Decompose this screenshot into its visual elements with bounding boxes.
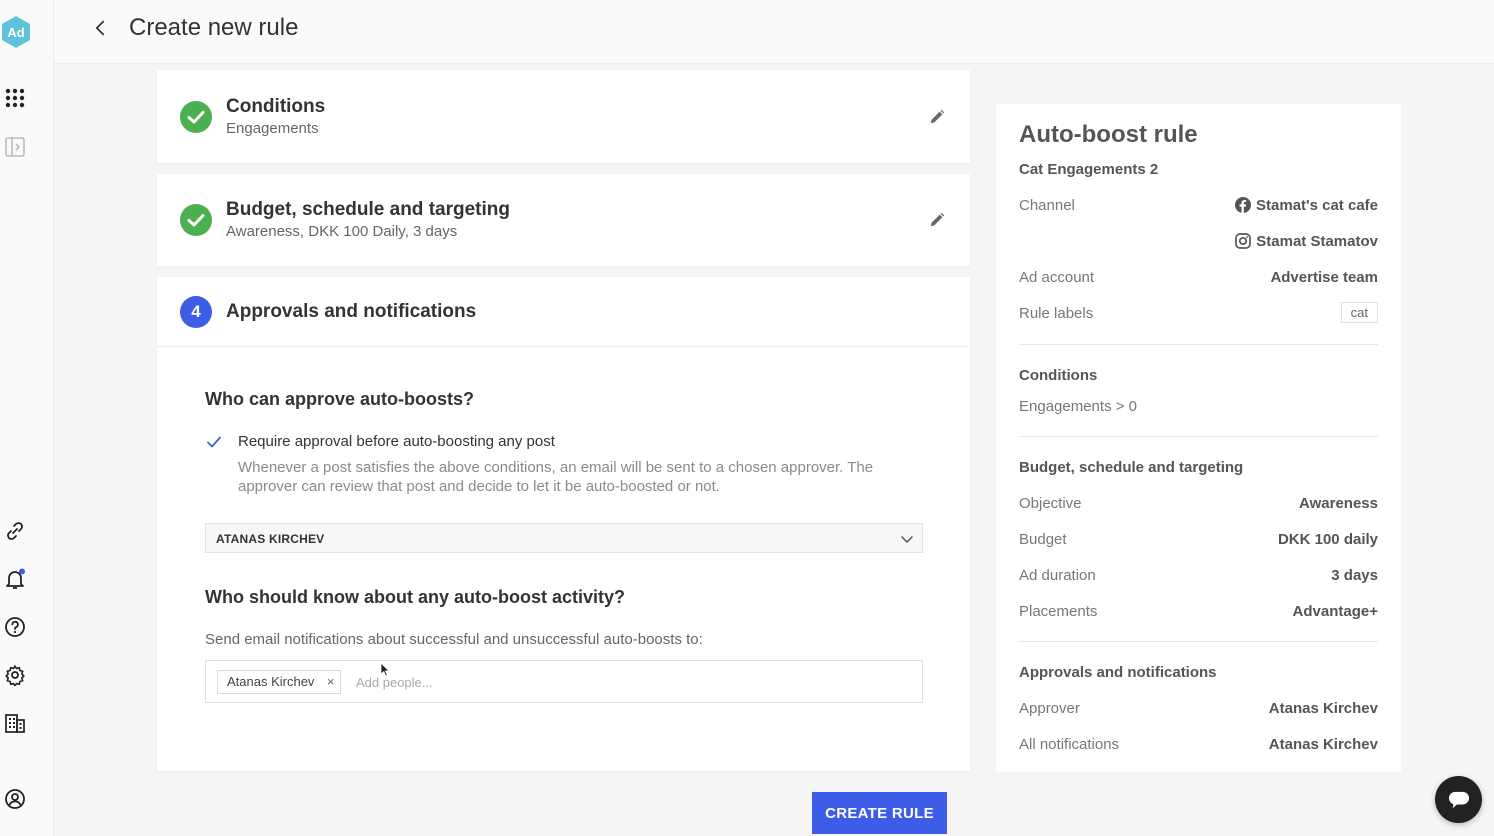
summary-divider bbox=[1019, 344, 1378, 345]
objective-label: Objective bbox=[1019, 495, 1082, 512]
step-budget: Budget, schedule and targeting Awareness… bbox=[157, 174, 970, 266]
summary-conditions-value: Engagements > 0 bbox=[1019, 398, 1138, 415]
building-icon[interactable] bbox=[3, 711, 27, 735]
duration-label: Ad duration bbox=[1019, 567, 1096, 584]
summary-title: Auto-boost rule bbox=[1019, 121, 1198, 148]
remove-person-button[interactable]: × bbox=[327, 671, 335, 693]
channel-value-facebook: Stamat's cat cafe bbox=[1235, 197, 1378, 214]
step-subtitle: Awareness, DKK 100 Daily, 3 days bbox=[226, 223, 458, 240]
objective-value: Awareness bbox=[1299, 495, 1378, 512]
rule-labels-label: Rule labels bbox=[1019, 305, 1094, 322]
channel-name: Stamat's cat cafe bbox=[1256, 197, 1378, 214]
notifications-label: All notifications bbox=[1019, 736, 1120, 753]
person-chip-label: Atanas Kirchev bbox=[227, 674, 315, 689]
channel-value-instagram: Stamat Stamatov bbox=[1235, 233, 1378, 250]
step-conditions: Conditions Engagements bbox=[157, 70, 970, 163]
approve-heading: Who can approve auto-boosts? bbox=[205, 389, 475, 409]
approver-select-value: ATANAS KIRCHEV bbox=[216, 532, 325, 546]
create-rule-button[interactable]: CREATE RULE bbox=[812, 792, 947, 834]
check-circle-icon bbox=[180, 101, 212, 133]
instagram-icon bbox=[1235, 233, 1252, 249]
step-approvals-body: Who can approve auto-boosts? Require app… bbox=[157, 347, 970, 771]
summary-divider bbox=[1019, 641, 1378, 642]
channel-label: Channel bbox=[1019, 197, 1075, 214]
mouse-cursor-icon bbox=[380, 662, 390, 677]
summary-budget-heading: Budget, schedule and targeting bbox=[1019, 459, 1244, 476]
step-subtitle: Engagements bbox=[226, 120, 319, 137]
edit-conditions-button[interactable] bbox=[928, 108, 948, 128]
notify-help: Send email notifications about successfu… bbox=[205, 631, 703, 648]
channel-name: Stamat Stamatov bbox=[1256, 233, 1378, 250]
budget-label: Budget bbox=[1019, 531, 1067, 548]
step-title: Approvals and notifications bbox=[226, 301, 477, 322]
chevron-left-icon bbox=[95, 20, 105, 36]
step-approvals-header: 4 Approvals and notifications bbox=[157, 277, 970, 347]
facebook-icon bbox=[1235, 197, 1252, 213]
approver-value: Atanas Kirchev bbox=[1268, 700, 1378, 717]
budget-value: DKK 100 daily bbox=[1277, 531, 1378, 548]
notify-people-input[interactable]: Atanas Kirchev × bbox=[205, 660, 923, 703]
step-title: Conditions bbox=[226, 96, 326, 117]
apps-grid-icon[interactable] bbox=[3, 86, 27, 110]
placements-label: Placements bbox=[1019, 603, 1098, 620]
notify-heading: Who should know about any auto-boost act… bbox=[205, 587, 625, 607]
app-logo[interactable]: Ad bbox=[1, 15, 31, 49]
approver-select[interactable]: ATANAS KIRCHEV bbox=[205, 523, 923, 553]
checkmark-icon bbox=[207, 436, 221, 448]
placements-value: Advantage+ bbox=[1292, 603, 1378, 620]
page-header: Create new rule bbox=[54, 0, 1494, 64]
chat-bubble-icon bbox=[1448, 791, 1469, 808]
bell-icon[interactable] bbox=[3, 567, 27, 591]
summary-divider bbox=[1019, 436, 1378, 437]
pencil-icon bbox=[930, 109, 945, 124]
approver-label: Approver bbox=[1019, 700, 1080, 717]
summary-panel: Auto-boost rule Cat Engagements 2 Channe… bbox=[996, 104, 1401, 772]
chat-button[interactable] bbox=[1435, 776, 1482, 823]
left-nav: Ad bbox=[0, 0, 54, 836]
logo-text: Ad bbox=[7, 25, 24, 40]
ad-account-value: Advertise team bbox=[1270, 269, 1378, 286]
step-title: Budget, schedule and targeting bbox=[226, 199, 510, 220]
person-chip: Atanas Kirchev × bbox=[217, 670, 342, 694]
summary-conditions-heading: Conditions bbox=[1019, 367, 1098, 384]
help-icon[interactable] bbox=[3, 615, 27, 639]
pencil-icon bbox=[930, 212, 945, 227]
notifications-value: Atanas Kirchev bbox=[1268, 736, 1378, 753]
summary-approvals-heading: Approvals and notifications bbox=[1019, 664, 1217, 681]
duration-value: 3 days bbox=[1331, 567, 1378, 584]
step-number-badge: 4 bbox=[180, 296, 212, 328]
add-people-field[interactable] bbox=[356, 672, 896, 692]
link-icon[interactable] bbox=[3, 519, 27, 543]
rule-label-tag: cat bbox=[1340, 302, 1378, 323]
require-approval-label: Require approval before auto-boosting an… bbox=[238, 433, 555, 450]
sidebar-toggle-icon[interactable] bbox=[3, 135, 27, 159]
page-title: Create new rule bbox=[129, 14, 299, 41]
gear-icon[interactable] bbox=[3, 663, 27, 687]
ad-account-label: Ad account bbox=[1019, 269, 1095, 286]
summary-rule-name: Cat Engagements 2 bbox=[1019, 161, 1159, 178]
edit-budget-button[interactable] bbox=[928, 211, 948, 231]
require-approval-checkbox[interactable] bbox=[205, 433, 223, 451]
require-approval-help: Whenever a post satisfies the above cond… bbox=[238, 459, 874, 495]
chevron-down-icon bbox=[901, 536, 913, 543]
profile-icon[interactable] bbox=[3, 787, 27, 811]
check-circle-icon bbox=[180, 204, 212, 236]
back-button[interactable] bbox=[90, 16, 110, 40]
